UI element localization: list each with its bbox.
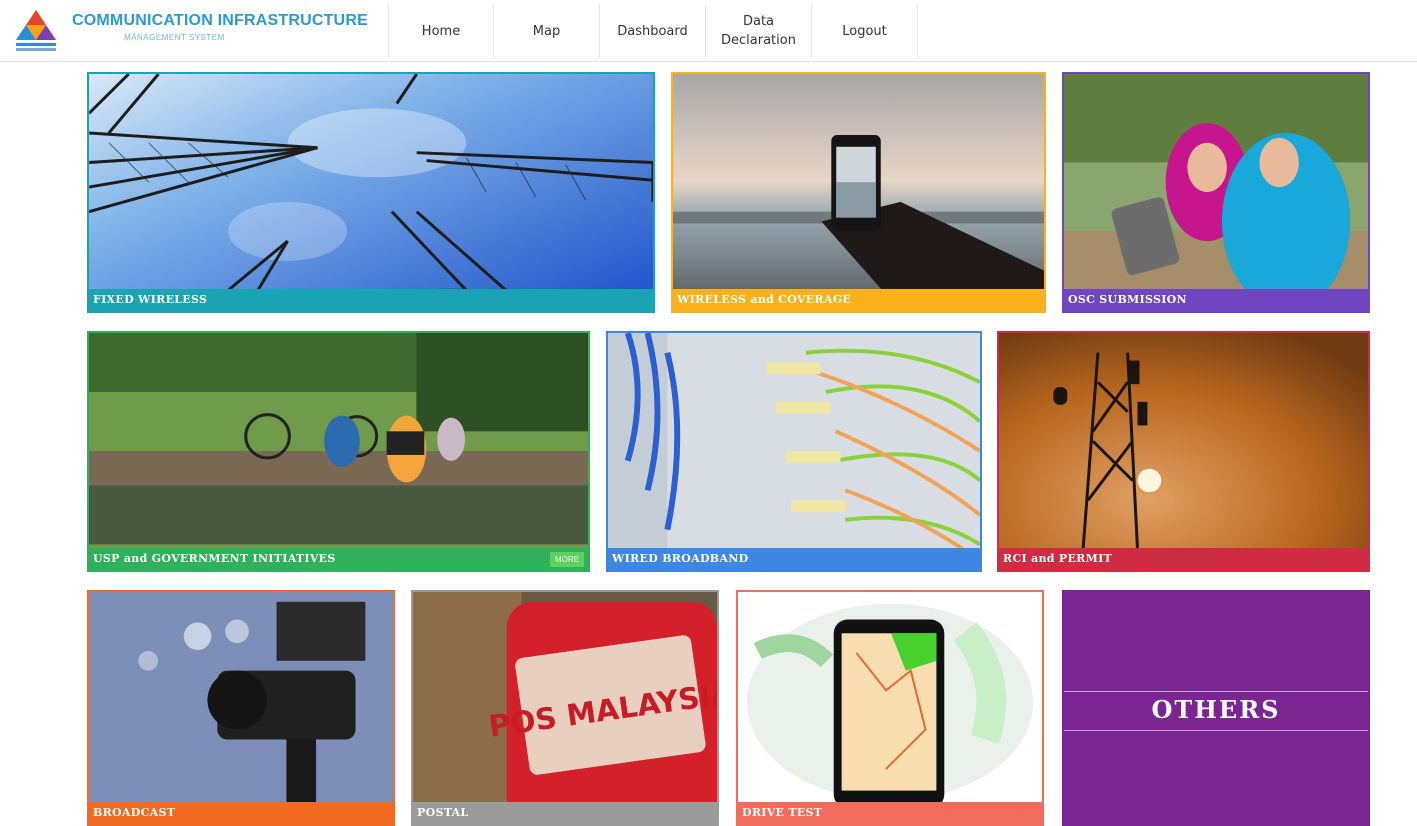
more-badge[interactable]: MORE: [550, 552, 584, 567]
brand: COMMUNICATION INFRASTRUCTURE MANAGEMENT …: [72, 12, 368, 42]
tile-wired-broadband[interactable]: WIRED BROADBAND: [606, 331, 982, 572]
fiber-cables-photo-icon: [608, 333, 980, 570]
nav-logout[interactable]: Logout: [812, 4, 918, 58]
skmm-logo-icon[interactable]: [12, 8, 60, 54]
tile-label: RCI and PERMIT: [999, 548, 1368, 570]
pos-malaysia-postbox-photo-icon: POS MALAYSIA: [413, 592, 717, 824]
brand-subtitle: MANAGEMENT SYSTEM: [124, 33, 225, 42]
top-header: COMMUNICATION INFRASTRUCTURE MANAGEMENT …: [0, 0, 1417, 62]
tile-label: WIRELESS and COVERAGE: [673, 289, 1044, 311]
tile-osc-submission[interactable]: OSC SUBMISSION: [1062, 72, 1370, 313]
smartphone-beach-photo-icon: [673, 74, 1044, 311]
nav-dashboard[interactable]: Dashboard: [600, 4, 706, 58]
video-camera-photo-icon: [89, 592, 393, 824]
tile-label: USP and GOVERNMENT INITIATIVES: [89, 548, 588, 570]
main-nav: Home Map Dashboard Data Declaration Logo…: [388, 4, 918, 58]
tile-fixed-wireless[interactable]: FIXED WIRELESS: [87, 72, 655, 313]
nav-home[interactable]: Home: [388, 4, 494, 58]
women-tablet-photo-icon: [1064, 74, 1368, 311]
tile-postal[interactable]: POS MALAYSIA POSTAL: [411, 590, 719, 826]
nav-map[interactable]: Map: [494, 4, 600, 58]
tile-drive-test[interactable]: DRIVE TEST: [736, 590, 1044, 826]
tile-usp-government[interactable]: USP and GOVERNMENT INITIATIVES MORE: [87, 331, 590, 572]
tile-label: POSTAL: [413, 802, 717, 824]
tile-others[interactable]: OTHERS: [1062, 590, 1370, 826]
phone-map-icon: [738, 592, 1042, 824]
divider: [1064, 730, 1368, 731]
tile-label: WIRED BROADBAND: [608, 548, 980, 570]
tower-sunset-photo-icon: [999, 333, 1368, 570]
tile-wireless-coverage[interactable]: WIRELESS and COVERAGE: [671, 72, 1046, 313]
tile-label: FIXED WIRELESS: [89, 289, 653, 311]
telecom-towers-photo-icon: [89, 74, 653, 311]
tile-broadcast[interactable]: BROADCAST: [87, 590, 395, 826]
divider: [1064, 691, 1368, 692]
brand-title: COMMUNICATION INFRASTRUCTURE: [72, 12, 368, 29]
children-laptop-bridge-photo-icon: [89, 333, 588, 570]
tile-label: DRIVE TEST: [738, 802, 1042, 824]
nav-data-declaration[interactable]: Data Declaration: [706, 4, 812, 58]
tile-label: OSC SUBMISSION: [1064, 289, 1368, 311]
tile-label: BROADCAST: [89, 802, 393, 824]
others-title: OTHERS: [1151, 695, 1281, 724]
tile-rci-permit[interactable]: RCI and PERMIT: [997, 331, 1370, 572]
